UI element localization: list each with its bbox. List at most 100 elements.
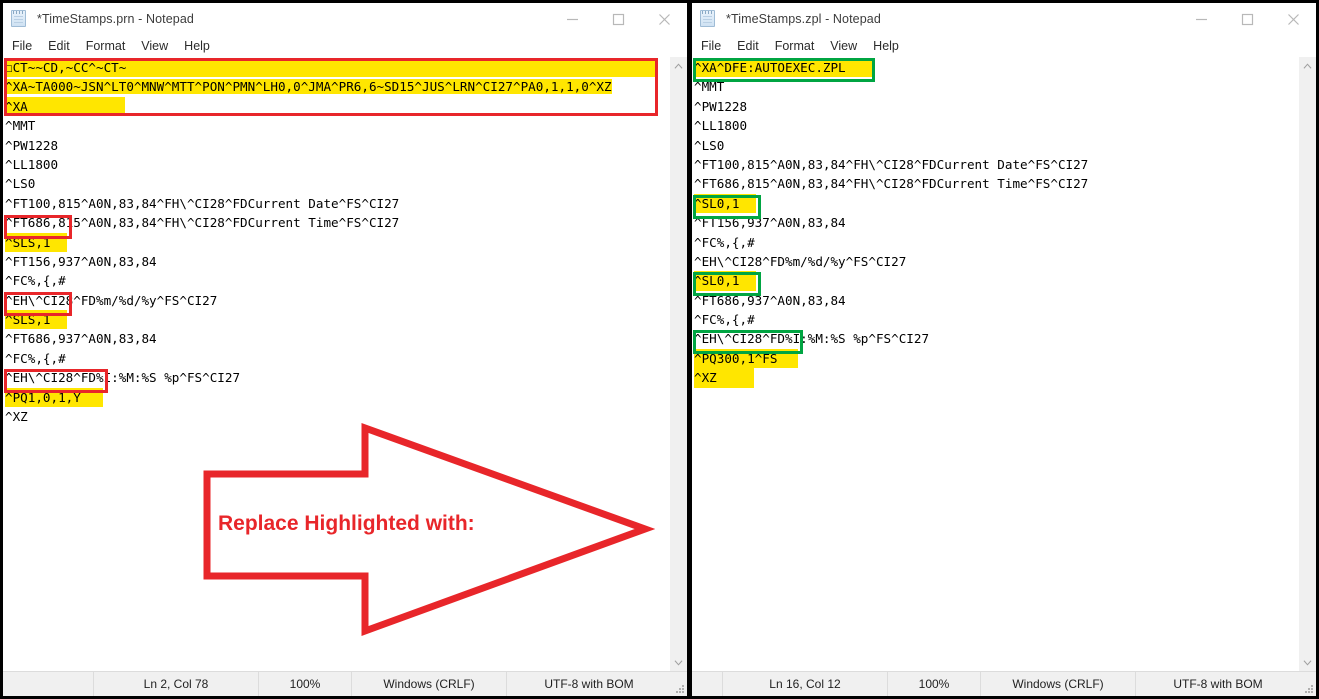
- code-line: ^FC%,{,#: [5, 273, 66, 289]
- scroll-up-icon[interactable]: [1299, 57, 1316, 74]
- menu-help[interactable]: Help: [184, 39, 210, 53]
- status-encoding-left: UTF-8 with BOM: [506, 672, 671, 696]
- highlighted-text: ^PQ300,1^FS: [694, 348, 798, 369]
- highlighted-text: ^XA~TA000~JSN^LT0^MNW^MTT^PON^PMN^LH0,0^…: [5, 79, 612, 95]
- code-line: ^LL1800: [5, 156, 59, 172]
- window-title-left: *TimeStamps.prn - Notepad: [37, 12, 194, 26]
- minimize-icon[interactable]: [549, 3, 595, 35]
- code-line: ^PW1228: [694, 98, 748, 114]
- highlighted-text: ^XA^DFE:AUTOEXEC.ZPL: [694, 58, 874, 78]
- highlighted-text: ^XZ: [694, 368, 754, 388]
- notepad-icon: [700, 10, 718, 28]
- code-line: ^FC%,{,#: [694, 312, 755, 328]
- window-title-right: *TimeStamps.zpl - Notepad: [726, 12, 881, 26]
- code-line: ^FT100,815^A0N,83,84^FH\^CI28^FDCurrent …: [694, 156, 1089, 172]
- notepad-window-zpl[interactable]: *TimeStamps.zpl - Notepad File Edit Form…: [692, 3, 1316, 696]
- close-icon[interactable]: [641, 3, 687, 35]
- notepad-window-prn[interactable]: *TimeStamps.prn - Notepad File Edit Form…: [3, 3, 687, 696]
- code-line: ^PW1228: [5, 137, 59, 153]
- highlighted-text: ^XA: [5, 96, 125, 117]
- editor-wrap-left: ☐CT~~CD,~CC^~CT~ ^XA~TA000~JSN^LT0^MNW^MT…: [3, 57, 687, 671]
- code-line: ^FC%,{,#: [5, 350, 66, 366]
- window-controls-left[interactable]: [549, 3, 687, 35]
- code-line: ^FT686,937^A0N,83,84: [5, 331, 157, 347]
- text-editor-left[interactable]: ☐CT~~CD,~CC^~CT~ ^XA~TA000~JSN^LT0^MNW^MT…: [3, 57, 669, 671]
- status-zoom-left: 100%: [258, 672, 351, 696]
- menu-edit[interactable]: Edit: [48, 39, 70, 53]
- status-encoding-right: UTF-8 with BOM: [1135, 672, 1300, 696]
- close-icon[interactable]: [1270, 3, 1316, 35]
- menubar-left[interactable]: File Edit Format View Help: [3, 35, 687, 57]
- menu-format[interactable]: Format: [775, 39, 815, 53]
- code-line: ^FT686,815^A0N,83,84^FH\^CI28^FDCurrent …: [694, 176, 1089, 192]
- statusbar-spacer-right: [692, 672, 722, 696]
- window-controls-right[interactable]: [1178, 3, 1316, 35]
- titlebar-left[interactable]: *TimeStamps.prn - Notepad: [3, 3, 687, 35]
- code-line: ^SLS,1: [3, 310, 669, 330]
- status-line-ending-right: Windows (CRLF): [980, 672, 1135, 696]
- code-line: ^FT686,815^A0N,83,84^FH\^CI28^FDCurrent …: [5, 215, 400, 231]
- minimize-icon[interactable]: [1178, 3, 1224, 35]
- code-line: ^FT156,937^A0N,83,84: [5, 253, 157, 269]
- statusbar-left: Ln 2, Col 78 100% Windows (CRLF) UTF-8 w…: [3, 671, 687, 696]
- resize-grip-left[interactable]: [671, 672, 687, 696]
- menu-help[interactable]: Help: [873, 39, 899, 53]
- code-line: ^EH\^CI28^FD%I:%M:%S %p^FS^CI27: [5, 370, 241, 386]
- code-line: ^SL0,1: [692, 271, 1298, 291]
- notepad-icon: [11, 10, 29, 28]
- code-line: ^SLS,1: [3, 232, 669, 252]
- scroll-up-icon[interactable]: [670, 57, 687, 74]
- code-line: ^XZ: [692, 368, 1298, 388]
- menu-file[interactable]: File: [701, 39, 721, 53]
- status-cursor-position-left: Ln 2, Col 78: [93, 672, 258, 696]
- scroll-down-icon[interactable]: [670, 654, 687, 671]
- status-zoom-right: 100%: [887, 672, 980, 696]
- code-line: ^FT686,937^A0N,83,84: [694, 292, 846, 308]
- code-line: ^XZ: [5, 409, 28, 425]
- code-line: ^XA^DFE:AUTOEXEC.ZPL: [692, 58, 1298, 78]
- menu-file[interactable]: File: [12, 39, 32, 53]
- status-line-ending-left: Windows (CRLF): [351, 672, 506, 696]
- menu-format[interactable]: Format: [86, 39, 126, 53]
- code-line: ^XA~TA000~JSN^LT0^MNW^MTT^PON^PMN^LH0,0^…: [3, 77, 669, 96]
- code-line: ^SL0,1: [692, 193, 1298, 214]
- code-line: ^XA: [3, 96, 669, 117]
- vertical-scrollbar-left[interactable]: [669, 57, 687, 671]
- code-line: ^FT156,937^A0N,83,84: [694, 215, 846, 231]
- code-line: ^LS0: [694, 137, 725, 153]
- code-line: ^EH\^CI28^FD%m/%d/%y^FS^CI27: [5, 292, 218, 308]
- highlighted-text: ^SLS,1: [5, 310, 67, 330]
- code-line: ^PQ300,1^FS: [692, 348, 1298, 369]
- highlighted-text: ^SL0,1: [694, 271, 756, 291]
- menubar-right[interactable]: File Edit Format View Help: [692, 35, 1316, 57]
- menu-view[interactable]: View: [830, 39, 857, 53]
- code-line: ^MMT: [5, 118, 36, 134]
- titlebar-right[interactable]: *TimeStamps.zpl - Notepad: [692, 3, 1316, 35]
- highlighted-text: ☐CT~~CD,~CC^~CT~: [5, 58, 655, 78]
- code-line: ☐CT~~CD,~CC^~CT~: [3, 58, 669, 78]
- code-line: ^LL1800: [694, 118, 748, 134]
- replace-arrow-label: Replace Highlighted with:: [218, 512, 475, 535]
- code-line: ^FT100,815^A0N,83,84^FH\^CI28^FDCurrent …: [5, 195, 400, 211]
- editor-wrap-right: ^XA^DFE:AUTOEXEC.ZPL ^MMT ^PW1228 ^LL1800 ^L…: [692, 57, 1316, 671]
- highlighted-text: ^PQ1,0,1,Y: [5, 387, 103, 408]
- code-line: ^EH\^CI28^FD%I:%M:%S %p^FS^CI27: [694, 331, 930, 347]
- code-line: ^PQ1,0,1,Y: [3, 387, 669, 408]
- code-line: ^FC%,{,#: [694, 234, 755, 250]
- vertical-scrollbar-right[interactable]: [1298, 57, 1316, 671]
- statusbar-spacer-left: [3, 672, 93, 696]
- code-line: ^LS0: [5, 176, 36, 192]
- code-line: ^MMT: [694, 79, 725, 95]
- highlighted-text: ^SLS,1: [5, 232, 67, 252]
- highlighted-text: ^SL0,1: [694, 193, 756, 214]
- maximize-icon[interactable]: [1224, 3, 1270, 35]
- text-editor-right[interactable]: ^XA^DFE:AUTOEXEC.ZPL ^MMT ^PW1228 ^LL1800 ^L…: [692, 57, 1298, 671]
- status-cursor-position-right: Ln 16, Col 12: [722, 672, 887, 696]
- scroll-down-icon[interactable]: [1299, 654, 1316, 671]
- maximize-icon[interactable]: [595, 3, 641, 35]
- statusbar-right: Ln 16, Col 12 100% Windows (CRLF) UTF-8 …: [692, 671, 1316, 696]
- code-line: ^EH\^CI28^FD%m/%d/%y^FS^CI27: [694, 253, 907, 269]
- resize-grip-right[interactable]: [1300, 672, 1316, 696]
- menu-edit[interactable]: Edit: [737, 39, 759, 53]
- menu-view[interactable]: View: [141, 39, 168, 53]
